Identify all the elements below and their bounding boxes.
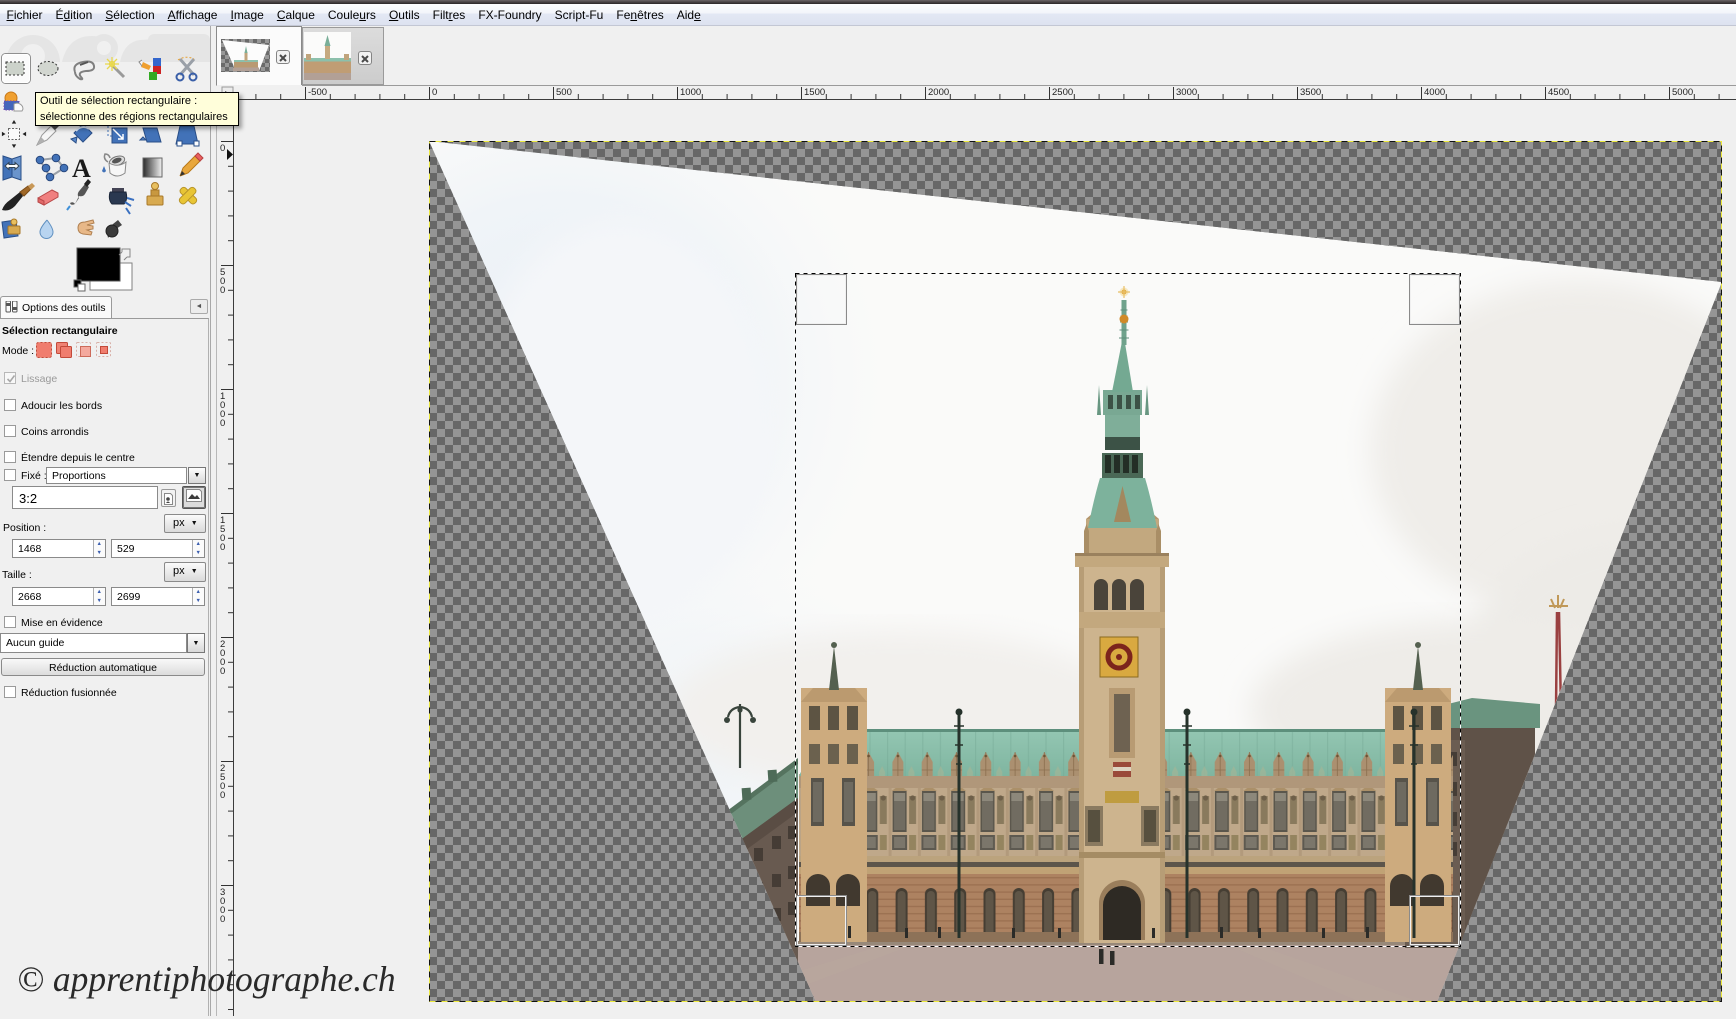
svg-text:4500: 4500 bbox=[1548, 87, 1569, 98]
svg-text:500: 500 bbox=[556, 87, 572, 98]
svg-text:1000: 1000 bbox=[680, 87, 701, 98]
svg-text:3500: 3500 bbox=[1300, 87, 1321, 98]
svg-text:3000: 3000 bbox=[1176, 87, 1197, 98]
svg-text:1000: 1000 bbox=[220, 391, 225, 429]
svg-text:3000: 3000 bbox=[220, 887, 225, 925]
svg-text:1500: 1500 bbox=[220, 515, 225, 553]
svg-text:0: 0 bbox=[220, 143, 225, 154]
svg-text:2000: 2000 bbox=[220, 639, 225, 677]
svg-text:0: 0 bbox=[432, 87, 437, 98]
svg-text:5000: 5000 bbox=[1672, 87, 1693, 98]
svg-text:500: 500 bbox=[220, 267, 225, 296]
svg-text:2500: 2500 bbox=[1052, 87, 1073, 98]
svg-text:-500: -500 bbox=[308, 87, 327, 98]
svg-text:2500: 2500 bbox=[220, 763, 225, 801]
svg-text:1500: 1500 bbox=[804, 87, 825, 98]
svg-text:A: A bbox=[72, 154, 91, 183]
svg-text:2000: 2000 bbox=[928, 87, 949, 98]
svg-text:4000: 4000 bbox=[1424, 87, 1445, 98]
